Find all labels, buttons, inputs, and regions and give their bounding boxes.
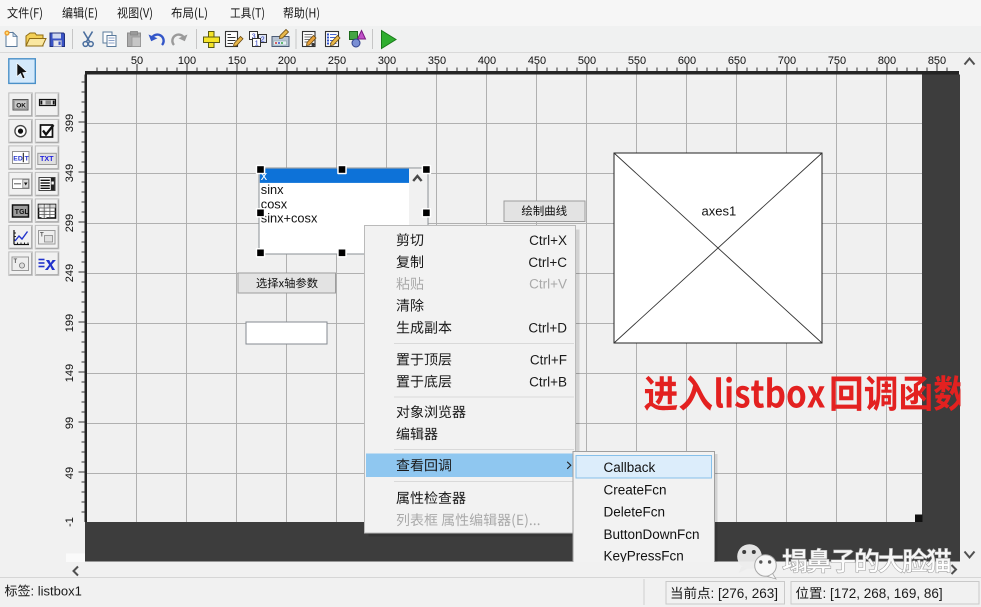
svg-text:: [276, 263]: : [276, 263] <box>711 586 779 601</box>
svg-text:sinx: sinx <box>261 182 284 197</box>
svg-text:axes1: axes1 <box>702 204 737 219</box>
svg-text:DeleteFcn: DeleteFcn <box>604 505 666 520</box>
svg-text:Ctrl+F: Ctrl+F <box>530 352 567 367</box>
svg-text:Ctrl+V: Ctrl+V <box>529 277 567 292</box>
svg-text:CreateFcn: CreateFcn <box>604 483 667 498</box>
svg-text:350: 350 <box>428 55 446 67</box>
svg-text:50: 50 <box>131 55 143 67</box>
svg-text:TXT: TXT <box>40 154 54 163</box>
svg-text:1: 1 <box>255 40 259 47</box>
svg-text:500: 500 <box>578 55 596 67</box>
svg-text:TGL: TGL <box>15 209 30 216</box>
svg-text:: [172, 268, 169, 86]: : [172, 268, 169, 86] <box>823 586 943 601</box>
svg-text:-1: -1 <box>64 517 76 527</box>
svg-text:: listbox1: : listbox1 <box>31 583 82 598</box>
svg-text:199: 199 <box>64 314 76 332</box>
svg-text:49: 49 <box>64 467 76 479</box>
svg-text:KeyPressFcn: KeyPressFcn <box>604 549 684 564</box>
svg-text:100: 100 <box>178 55 196 67</box>
svg-text:ButtonDownFcn: ButtonDownFcn <box>604 527 700 542</box>
svg-text:149: 149 <box>64 364 76 382</box>
svg-text:Callback: Callback <box>604 460 656 475</box>
svg-text:299: 299 <box>64 214 76 232</box>
svg-text:ED T: ED T <box>13 156 29 163</box>
svg-text:300: 300 <box>378 55 396 67</box>
svg-text:800: 800 <box>878 55 896 67</box>
svg-text:OK: OK <box>16 103 26 110</box>
svg-text:850: 850 <box>928 55 946 67</box>
svg-text:550: 550 <box>628 55 646 67</box>
svg-text:349: 349 <box>64 164 76 182</box>
svg-text:399: 399 <box>64 114 76 132</box>
svg-text:650: 650 <box>728 55 746 67</box>
svg-text:Ctrl+D: Ctrl+D <box>528 320 567 335</box>
svg-text:X: X <box>45 258 57 274</box>
svg-text:Ctrl+B: Ctrl+B <box>529 374 567 389</box>
svg-text:400: 400 <box>478 55 496 67</box>
svg-text:750: 750 <box>828 55 846 67</box>
svg-text:600: 600 <box>678 55 696 67</box>
svg-text:T: T <box>14 259 18 265</box>
svg-text:Ctrl+X: Ctrl+X <box>529 233 567 248</box>
svg-text:sinx+cosx: sinx+cosx <box>261 211 318 226</box>
svg-text:200: 200 <box>278 55 296 67</box>
svg-text:Ctrl+C: Ctrl+C <box>528 255 567 270</box>
svg-text:99: 99 <box>64 417 76 429</box>
svg-text:250: 250 <box>328 55 346 67</box>
svg-text:700: 700 <box>778 55 796 67</box>
svg-text:249: 249 <box>64 264 76 282</box>
svg-text:150: 150 <box>228 55 246 67</box>
svg-text:T: T <box>40 233 44 239</box>
svg-text:2: 2 <box>261 36 265 43</box>
svg-text:450: 450 <box>528 55 546 67</box>
